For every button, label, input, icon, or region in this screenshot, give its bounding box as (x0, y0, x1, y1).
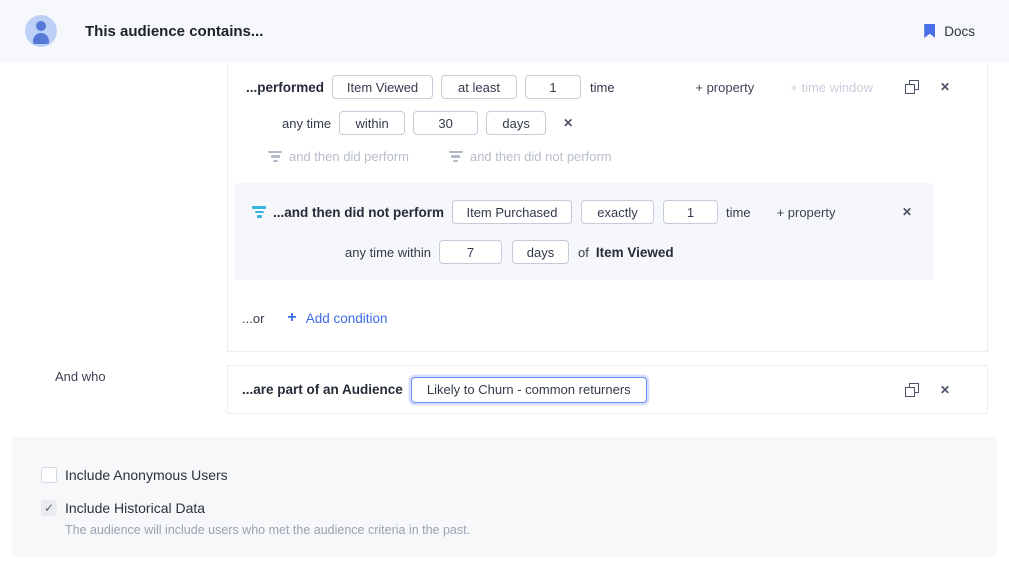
time-unit-select[interactable]: days (486, 111, 546, 135)
checkbox-unchecked-icon[interactable] (41, 467, 57, 483)
funnel-icon (252, 206, 266, 218)
checkbox-checked-icon[interactable] (41, 500, 57, 516)
nested-event-select[interactable]: Item Purchased (452, 200, 572, 224)
and-who-label: And who (55, 369, 106, 384)
bookmark-icon (924, 24, 935, 38)
add-time-window-button[interactable]: + time window (790, 80, 873, 95)
remove-time-filter-button[interactable] (561, 116, 575, 130)
duplicate-audience-condition-button[interactable] (905, 383, 919, 397)
funnel-icon (449, 151, 463, 163)
docs-label: Docs (944, 24, 975, 39)
page-title: This audience contains... (85, 23, 263, 40)
add-property-button[interactable]: + property (695, 80, 754, 95)
operator-select[interactable]: at least (441, 75, 517, 99)
time-comparison-select[interactable]: within (339, 111, 405, 135)
then-did-not-perform-button[interactable]: and then did not perform (449, 149, 612, 164)
remove-nested-condition-button[interactable] (900, 205, 914, 219)
nested-of-event: Item Viewed (596, 245, 674, 260)
or-row: ...or Add condition (228, 310, 987, 326)
nested-prefix: ...and then did not perform (273, 205, 444, 220)
remove-audience-condition-button[interactable] (938, 383, 952, 397)
or-label: ...or (242, 311, 264, 326)
time-filter-row: any time within days (228, 111, 987, 135)
nested-operator-select[interactable]: exactly (581, 200, 654, 224)
close-icon (938, 383, 952, 397)
performed-row: ...performed Item Viewed at least time +… (246, 75, 952, 99)
copy-icon (905, 80, 919, 94)
audience-prefix: ...are part of an Audience (242, 382, 403, 397)
nested-time-prefix: any time within (345, 245, 431, 260)
options-panel: Include Anonymous Users Include Historic… (12, 437, 997, 557)
header: This audience contains... Docs (0, 0, 1009, 62)
condition-group-audience: ...are part of an Audience (227, 365, 988, 414)
nested-time-value-input[interactable] (439, 240, 502, 264)
include-historical-data-option[interactable]: Include Historical Data (41, 500, 205, 516)
include-anonymous-users-option[interactable]: Include Anonymous Users (41, 467, 228, 483)
time-filter-prefix: any time (282, 116, 331, 131)
close-icon (938, 80, 952, 94)
time-value-input[interactable] (413, 111, 478, 135)
then-did-perform-button[interactable]: and then did perform (268, 149, 409, 164)
nested-condition-box: ...and then did not perform Item Purchas… (234, 183, 934, 280)
duplicate-condition-button[interactable] (905, 80, 919, 94)
copy-icon (905, 383, 919, 397)
then-actions-row: and then did perform and then did not pe… (228, 149, 987, 164)
event-select[interactable]: Item Viewed (332, 75, 433, 99)
include-historical-data-label: Include Historical Data (65, 500, 205, 516)
then-did-perform-label: and then did perform (289, 149, 409, 164)
add-condition-label: Add condition (306, 311, 388, 326)
nested-count-input[interactable] (663, 200, 718, 224)
close-icon (561, 116, 575, 130)
nested-time-unit-select[interactable]: days (512, 240, 569, 264)
add-condition-button[interactable]: Add condition (287, 310, 387, 326)
close-icon (900, 205, 914, 219)
nested-of-label: of (578, 245, 589, 260)
check-icon (44, 502, 54, 514)
audience-input[interactable] (411, 377, 647, 403)
nested-time-row: any time within days of Item Viewed (234, 240, 934, 264)
nested-count-suffix: time (726, 205, 751, 220)
plus-icon (287, 310, 296, 326)
include-anonymous-users-label: Include Anonymous Users (65, 467, 228, 483)
condition-group-performed: ...performed Item Viewed at least time +… (227, 62, 988, 352)
historical-data-description: The audience will include users who met … (65, 523, 470, 537)
audience-avatar-icon[interactable] (25, 15, 57, 47)
docs-link[interactable]: Docs (924, 24, 975, 39)
count-suffix: time (590, 80, 615, 95)
count-input[interactable] (525, 75, 581, 99)
nested-add-property-button[interactable]: + property (777, 205, 836, 220)
remove-condition-button[interactable] (938, 80, 952, 94)
funnel-icon (268, 151, 282, 163)
then-did-not-perform-label: and then did not perform (470, 149, 612, 164)
performed-prefix: ...performed (246, 80, 324, 95)
nested-performed-row: ...and then did not perform Item Purchas… (234, 200, 934, 224)
